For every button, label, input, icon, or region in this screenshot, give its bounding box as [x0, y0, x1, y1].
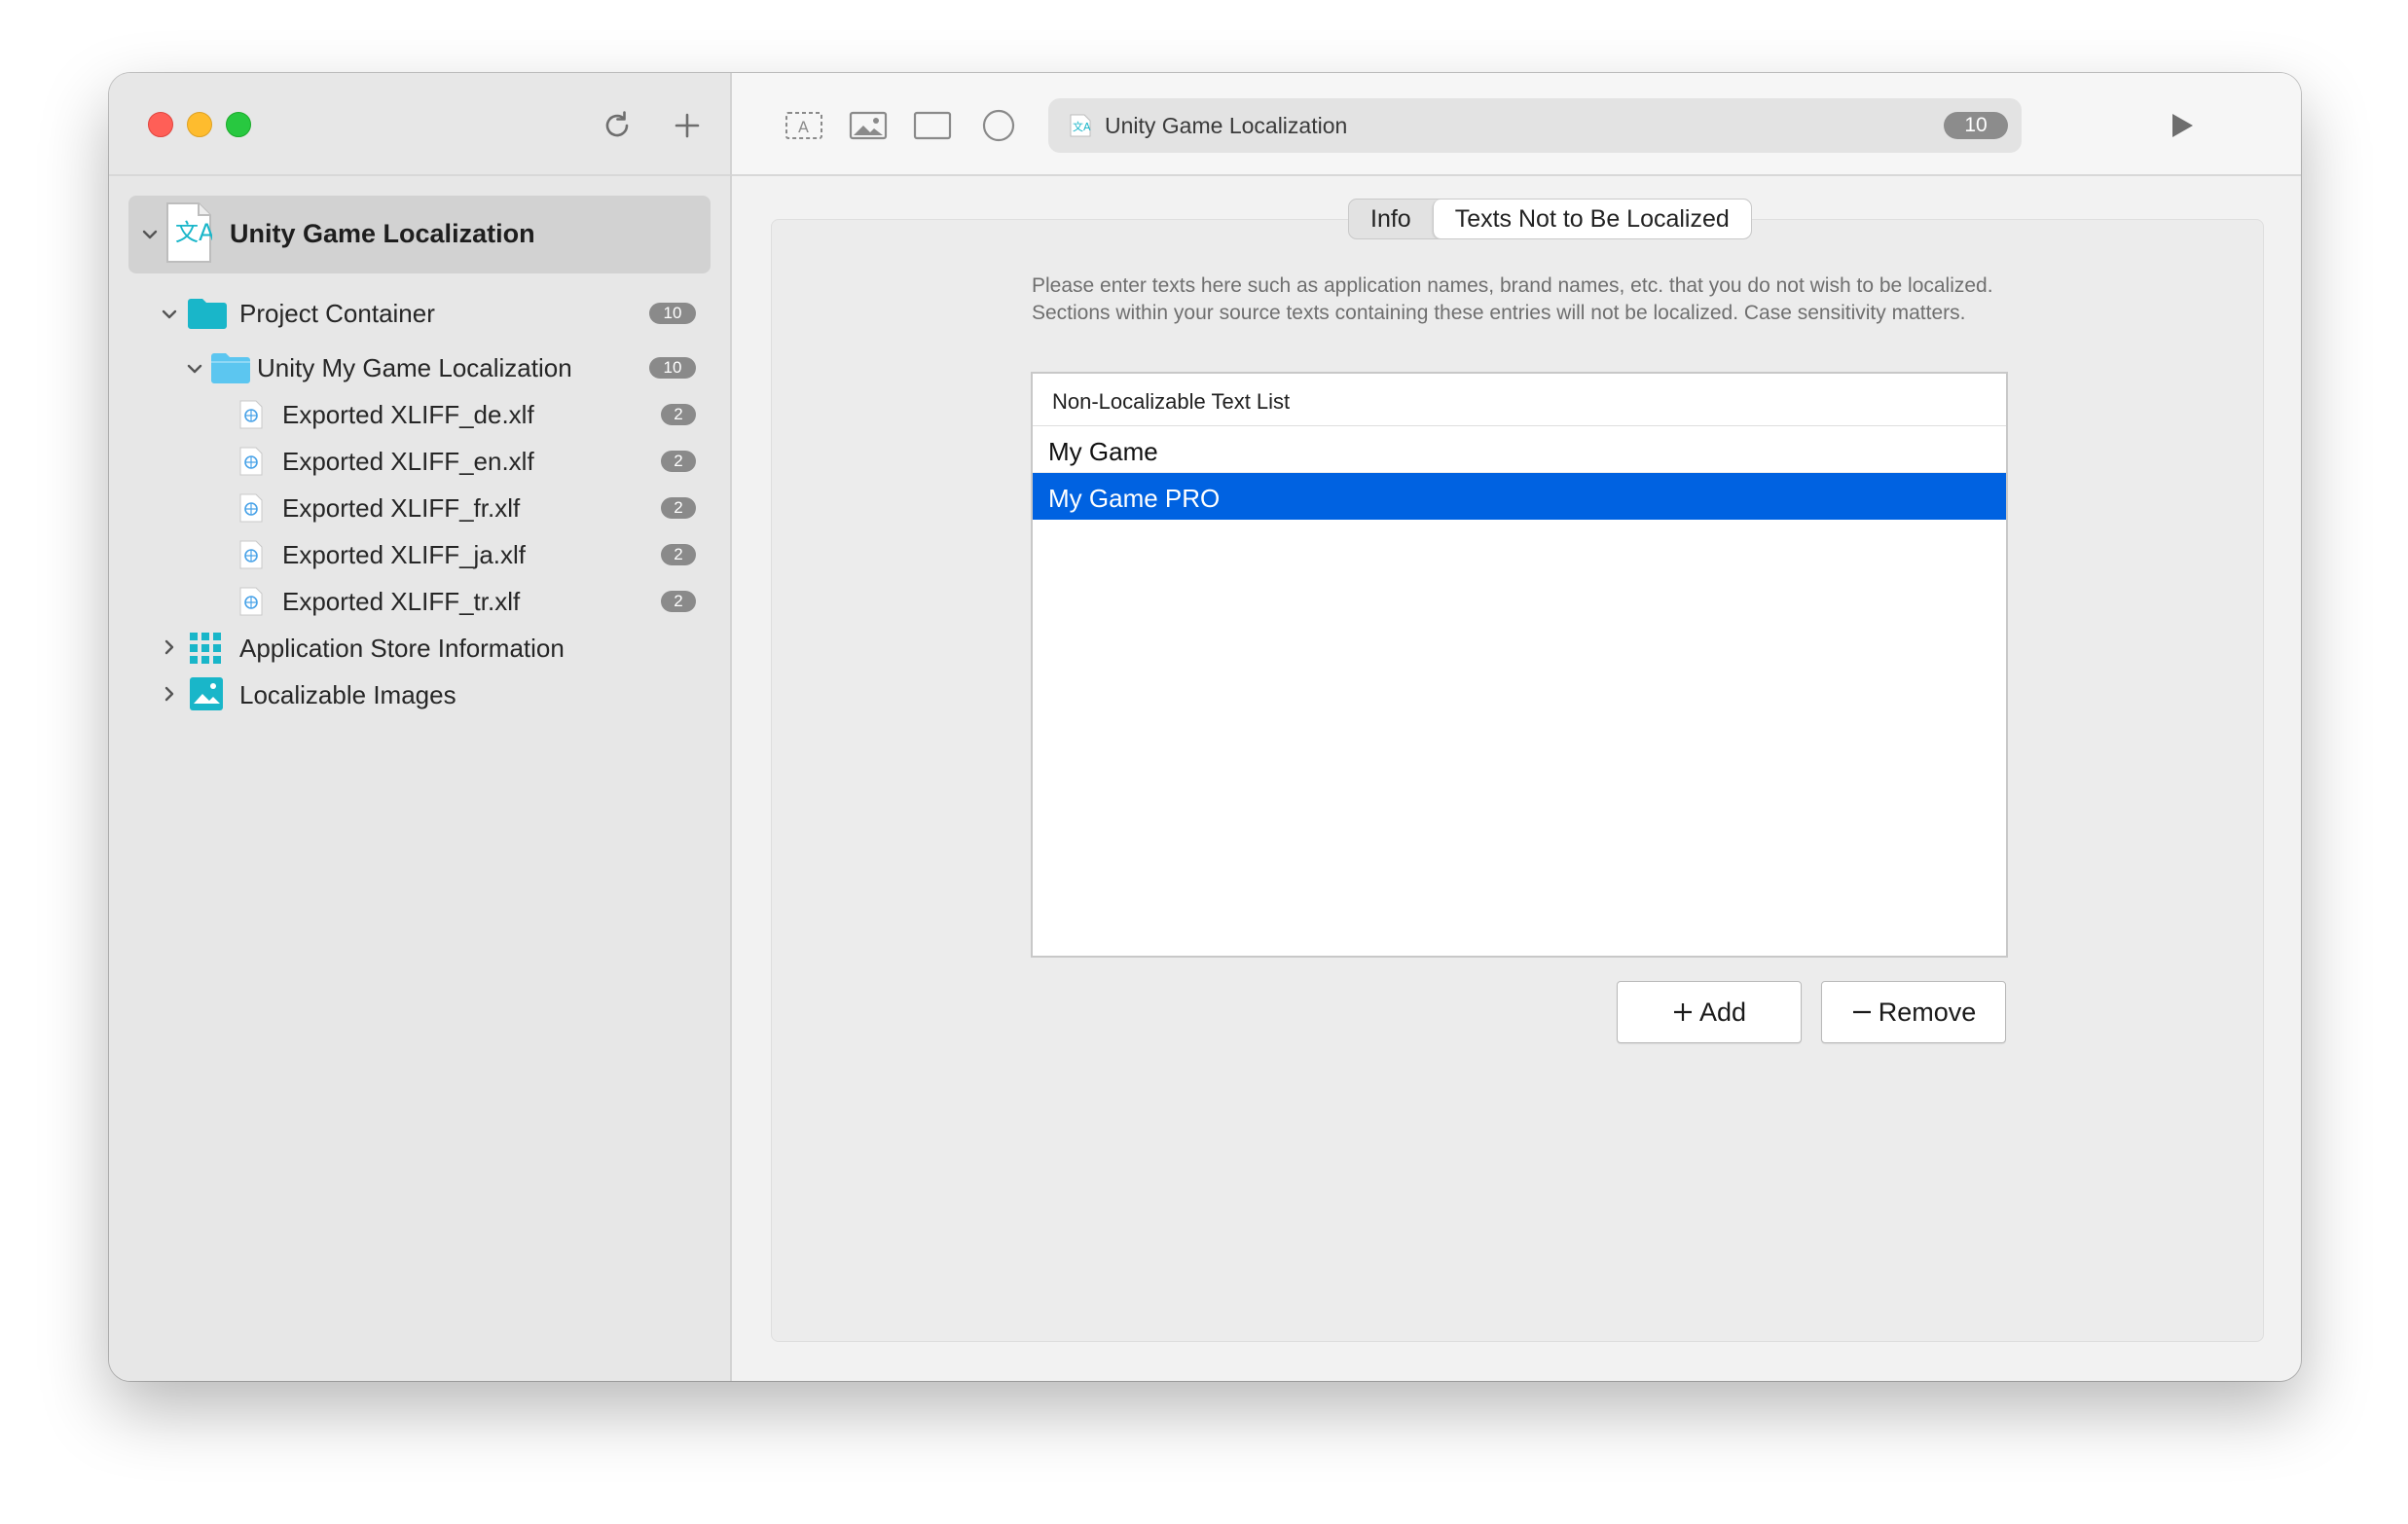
chevron-down-icon[interactable]	[140, 225, 160, 244]
document-title-bar[interactable]: 文A Unity Game Localization 10	[1048, 98, 2022, 153]
app-window: 文A Unity Game Localization Project Conta…	[109, 73, 2301, 1381]
list-item-text: My Game	[1048, 437, 1158, 466]
document-title: Unity Game Localization	[1105, 113, 1348, 138]
tab-bar: Info Texts Not to Be Localized	[1348, 199, 1752, 239]
count-badge: 2	[661, 451, 696, 472]
sidebar-titlebar	[109, 73, 730, 176]
sidebar-root-label: Unity Game Localization	[230, 219, 535, 248]
sidebar-item-label: Unity My Game Localization	[257, 353, 572, 382]
folder-icon	[188, 299, 227, 329]
minimize-window-button[interactable]	[187, 112, 212, 137]
chevron-down-icon[interactable]	[160, 305, 179, 324]
sidebar-item-app-store-info[interactable]: Application Store Information	[109, 624, 730, 671]
list-item-selected[interactable]: My Game PRO	[1033, 473, 2006, 520]
localization-project-icon: 文A	[1070, 114, 1091, 137]
sidebar-item-label: Localizable Images	[239, 680, 456, 709]
list-item[interactable]: My Game	[1033, 426, 2006, 473]
folder-icon	[211, 353, 250, 383]
grid-icon	[190, 633, 221, 664]
xliff-file-icon	[239, 587, 263, 616]
plus-icon	[1673, 1003, 1692, 1021]
xliff-file-icon	[239, 447, 263, 476]
sidebar-item-xliff-en[interactable]: Exported XLIFF_en.xlf 2	[109, 437, 730, 484]
sidebar-item-xliff-de[interactable]: Exported XLIFF_de.xlf 2	[109, 390, 730, 437]
sidebar-item-unity-my-game-localization[interactable]: Unity My Game Localization 10	[109, 344, 730, 390]
svg-text:文A: 文A	[1073, 120, 1091, 133]
remove-button[interactable]: Remove	[1821, 981, 2006, 1043]
xliff-file-icon	[239, 540, 263, 569]
add-button[interactable]: Add	[1617, 981, 1802, 1043]
sidebar-item-label: Exported XLIFF_tr.xlf	[282, 587, 521, 616]
list-item-text: My Game PRO	[1048, 484, 1221, 513]
localization-project-icon: 文A	[165, 201, 215, 264]
tab-texts-not-to-be-localized[interactable]: Texts Not to Be Localized	[1432, 200, 1751, 238]
xliff-file-icon	[239, 400, 263, 429]
count-badge: 2	[661, 591, 696, 612]
count-badge: 10	[649, 303, 696, 324]
count-badge: 2	[661, 544, 696, 565]
main-content: A 文A Unity Game Localization 10 Info Tex…	[732, 73, 2301, 1381]
remove-button-label: Remove	[1878, 997, 1977, 1027]
description-text: Please enter texts here such as applicat…	[1032, 274, 1993, 324]
list-header-label: Non-Localizable Text List	[1052, 389, 1291, 414]
count-badge: 2	[661, 404, 696, 425]
sidebar-item-localizable-images[interactable]: Localizable Images	[109, 671, 730, 717]
plus-icon[interactable]	[664, 102, 711, 149]
svg-text:文A: 文A	[175, 219, 212, 246]
text-frame-icon[interactable]: A	[783, 104, 825, 147]
sidebar: 文A Unity Game Localization Project Conta…	[109, 73, 732, 1381]
sidebar-item-label: Exported XLIFF_de.xlf	[282, 400, 534, 429]
minus-icon	[1852, 1010, 1871, 1014]
toolbar: A 文A Unity Game Localization 10	[732, 73, 2301, 176]
refresh-icon[interactable]	[594, 102, 640, 149]
sidebar-item-label: Exported XLIFF_en.xlf	[282, 447, 534, 476]
zoom-window-button[interactable]	[226, 112, 251, 137]
close-window-button[interactable]	[148, 112, 173, 137]
xliff-file-icon	[239, 493, 263, 523]
chevron-down-icon[interactable]	[185, 359, 204, 379]
chevron-right-icon[interactable]	[160, 637, 179, 657]
play-icon[interactable]	[2161, 104, 2204, 147]
chevron-right-icon[interactable]	[160, 684, 179, 704]
add-button-label: Add	[1698, 997, 1747, 1027]
sidebar-item-project-container[interactable]: Project Container 10	[109, 289, 730, 336]
count-badge: 10	[649, 357, 696, 379]
sidebar-item-label: Application Store Information	[239, 634, 565, 663]
non-localizable-text-list[interactable]: Non-Localizable Text List My Game My Gam…	[1031, 372, 2008, 958]
sidebar-item-label: Project Container	[239, 299, 435, 328]
sidebar-item-label: Exported XLIFF_ja.xlf	[282, 540, 526, 569]
sidebar-item-label: Exported XLIFF_fr.xlf	[282, 493, 521, 523]
svg-text:A: A	[798, 118, 809, 136]
sidebar-item-xliff-ja[interactable]: Exported XLIFF_ja.xlf 2	[109, 530, 730, 577]
image-icon	[190, 677, 223, 710]
circle-icon[interactable]	[977, 104, 1020, 147]
sidebar-root-item[interactable]: 文A Unity Game Localization	[128, 196, 711, 273]
sidebar-item-xliff-fr[interactable]: Exported XLIFF_fr.xlf 2	[109, 484, 730, 530]
sidebar-item-xliff-tr[interactable]: Exported XLIFF_tr.xlf 2	[109, 577, 730, 624]
image-icon[interactable]	[847, 104, 890, 147]
list-header[interactable]: Non-Localizable Text List	[1033, 374, 2006, 426]
tab-info[interactable]: Info	[1349, 200, 1433, 238]
document-count-badge: 10	[1944, 112, 2008, 139]
rectangle-icon[interactable]	[911, 104, 954, 147]
count-badge: 2	[661, 497, 696, 519]
settings-panel: Info Texts Not to Be Localized Please en…	[771, 199, 2264, 1342]
